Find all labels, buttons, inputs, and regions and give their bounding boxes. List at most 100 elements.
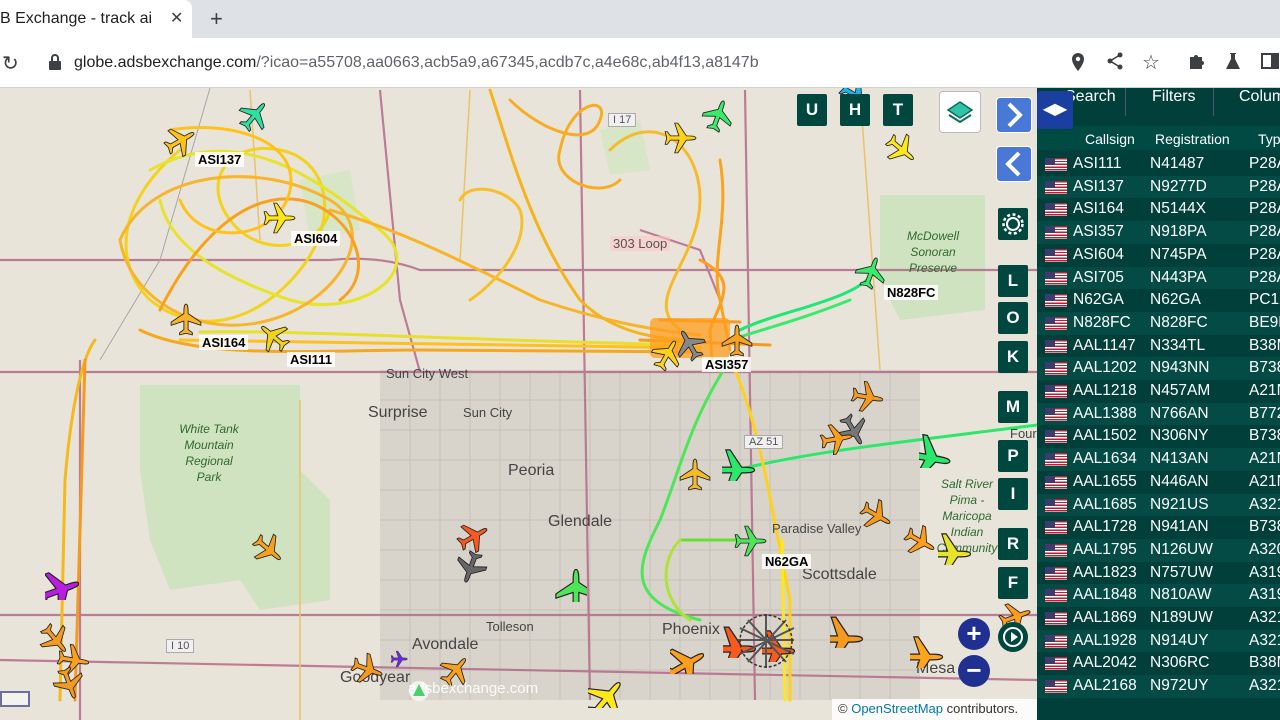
aircraft-icon[interactable]	[251, 532, 285, 566]
toggle-p-button[interactable]: P	[998, 440, 1028, 472]
table-row[interactable]: AAL1655 N446AN A21N	[1037, 471, 1280, 494]
openstreetmap-link[interactable]: OpenStreetMap	[851, 701, 943, 716]
aircraft-label-asi111[interactable]: ASI111	[287, 352, 335, 367]
aircraft-icon[interactable]	[720, 324, 754, 358]
toggle-f-button[interactable]: F	[998, 567, 1028, 599]
column-header-registration[interactable]: Registration	[1155, 131, 1230, 147]
aircraft-icon[interactable]	[819, 422, 853, 456]
aircraft-icon[interactable]	[678, 458, 712, 492]
aircraft-icon[interactable]	[850, 380, 884, 414]
table-row[interactable]: AAL1869 N189UW A321	[1037, 607, 1280, 630]
location-icon[interactable]	[1070, 52, 1086, 72]
zoom-out-button[interactable]: −	[958, 655, 990, 687]
table-row[interactable]: AAL2042 N306RC B38M	[1037, 652, 1280, 675]
aircraft-icon[interactable]	[390, 650, 408, 668]
extensions-icon[interactable]	[1187, 52, 1205, 70]
replay-button[interactable]	[998, 622, 1028, 652]
aircraft-label-asi137[interactable]: ASI137	[195, 152, 245, 167]
share-icon[interactable]	[1106, 52, 1124, 70]
aircraft-icon[interactable]	[456, 520, 490, 554]
table-row[interactable]: AAL1634 N413AN A21N	[1037, 448, 1280, 471]
table-row[interactable]: AAL2168 N972UY A321	[1037, 675, 1280, 698]
aircraft-icon[interactable]	[588, 674, 622, 708]
table-row[interactable]: AAL1685 N921US A321	[1037, 493, 1280, 517]
table-row[interactable]: ASI604 N745PA P28A	[1037, 244, 1280, 267]
table-row[interactable]: AAL1848 N810AW A319	[1037, 584, 1280, 607]
aircraft-icon[interactable]	[169, 303, 203, 337]
aircraft-label-n828fc[interactable]: N828FC	[884, 285, 939, 300]
aircraft-icon[interactable]	[262, 201, 296, 235]
table-row[interactable]: AAL1218 N457AM A21N	[1037, 380, 1280, 403]
table-row[interactable]: AAL1823 N757UW A319	[1037, 562, 1280, 585]
tab-filters[interactable]: Filters	[1152, 88, 1196, 118]
table-row[interactable]: N62GA N62GA PC12	[1037, 289, 1280, 312]
aircraft-icon[interactable]	[854, 256, 888, 290]
toggle-h-button[interactable]: H	[840, 94, 870, 126]
aircraft-icon[interactable]	[859, 498, 893, 532]
aircraft-icon[interactable]	[919, 434, 953, 468]
aircraft-label-asi164[interactable]: ASI164	[199, 335, 249, 350]
aircraft-icon[interactable]	[454, 550, 488, 584]
previous-page-button[interactable]	[996, 146, 1032, 182]
aircraft-label-asi604[interactable]: ASI604	[291, 231, 341, 246]
aircraft-icon[interactable]	[910, 634, 944, 668]
aircraft-icon[interactable]	[733, 524, 767, 558]
toggle-i-button[interactable]: I	[998, 478, 1028, 510]
aircraft-label-n62ga[interactable]: N62GA	[762, 554, 812, 569]
aircraft-icon[interactable]	[45, 566, 79, 600]
map-layers-button[interactable]	[939, 91, 981, 133]
aircraft-icon[interactable]	[163, 124, 197, 158]
table-row[interactable]: ASI111 N41487 P28A	[1037, 153, 1280, 176]
table-row[interactable]: AAL1202 N943NN B738	[1037, 357, 1280, 380]
aircraft-icon[interactable]	[670, 640, 704, 674]
next-page-button[interactable]	[996, 97, 1032, 133]
aircraft-icon[interactable]	[884, 132, 918, 166]
new-tab-button[interactable]: +	[210, 6, 223, 32]
aircraft-icon[interactable]	[701, 99, 735, 133]
settings-button[interactable]	[998, 208, 1028, 240]
table-row[interactable]: ASI164 N5144X P28A	[1037, 198, 1280, 221]
table-row[interactable]: ASI705 N443PA P28A	[1037, 266, 1280, 290]
aircraft-label-asi357[interactable]: ASI357	[702, 357, 752, 372]
table-row[interactable]: AAL1728 N941AN B738	[1037, 516, 1280, 539]
aircraft-icon[interactable]	[52, 666, 86, 700]
table-row[interactable]: AAL1795 N126UW A320	[1037, 538, 1280, 562]
aircraft-icon[interactable]	[650, 338, 684, 372]
table-row[interactable]: AAL1147 N334TL B38M	[1037, 335, 1280, 358]
table-row[interactable]: AAL1502 N306NY B738	[1037, 425, 1280, 448]
side-panel-icon[interactable]	[1261, 52, 1279, 70]
aircraft-cluster[interactable]	[728, 610, 804, 672]
aircraft-icon[interactable]	[938, 531, 972, 565]
toggle-t-button[interactable]: T	[883, 94, 913, 126]
aircraft-icon[interactable]	[830, 614, 864, 648]
table-row[interactable]: AAL1928 N914UY A321	[1037, 629, 1280, 653]
aircraft-icon[interactable]	[722, 447, 756, 481]
zoom-in-button[interactable]: +	[958, 618, 990, 650]
toggle-u-button[interactable]: U	[797, 94, 827, 126]
browser-tab[interactable]: B Exchange - track ai ✕	[0, 0, 192, 38]
toggle-r-button[interactable]: R	[998, 528, 1028, 560]
toggle-m-button[interactable]: M	[998, 391, 1028, 423]
map-canvas[interactable]: Surprise Sun City West Sun City Peoria G…	[0, 88, 1037, 720]
column-header-type[interactable]: Type	[1258, 131, 1280, 147]
aircraft-icon[interactable]	[237, 99, 271, 133]
column-header-callsign[interactable]: Callsign	[1085, 131, 1135, 147]
aircraft-icon[interactable]	[663, 121, 697, 155]
toggle-l-button[interactable]: L	[998, 265, 1028, 297]
toggle-o-button[interactable]: O	[998, 302, 1028, 334]
bookmark-star-icon[interactable]: ☆	[1142, 50, 1160, 75]
aircraft-icon[interactable]	[350, 652, 384, 686]
tab-columns[interactable]: Colum	[1239, 88, 1280, 118]
aircraft-icon[interactable]	[257, 320, 291, 354]
table-row[interactable]: AAL1388 N766AN B772	[1037, 402, 1280, 426]
table-row[interactable]: ASI137 N9277D P28A	[1037, 175, 1280, 199]
aircraft-icon[interactable]	[903, 524, 937, 558]
omnibox[interactable]: globe.adsbexchange.com/?icao=a55708,aa06…	[36, 46, 1096, 80]
table-row[interactable]: ASI357 N918PA P28A	[1037, 221, 1280, 244]
close-tab-icon[interactable]: ✕	[170, 8, 183, 28]
toggle-k-button[interactable]: K	[998, 341, 1028, 373]
lab-flask-icon[interactable]	[1224, 52, 1242, 70]
reload-icon[interactable]: ↻	[2, 51, 19, 76]
panel-toggle-button[interactable]: ◀▶	[1037, 91, 1073, 129]
aircraft-icon[interactable]	[553, 568, 587, 602]
